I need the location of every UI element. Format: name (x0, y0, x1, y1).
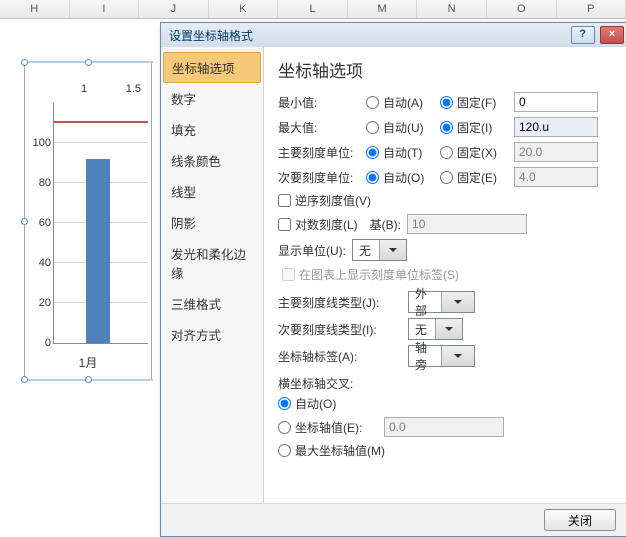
display-unit-label: 显示单位(U): (278, 242, 346, 259)
display-unit-value: 无 (353, 242, 379, 259)
cross-auto-radio[interactable]: 自动(O) (278, 395, 346, 412)
minor-tick-type-select[interactable]: 无 (408, 318, 463, 340)
col-header[interactable]: J (139, 0, 209, 18)
col-header[interactable]: O (487, 0, 557, 18)
panel-heading: 坐标轴选项 (278, 57, 614, 82)
tick-label-label: 坐标轴标签(A): (278, 348, 408, 365)
y-axis-tick: 40 (27, 257, 51, 269)
resize-handle[interactable] (21, 59, 28, 66)
category-sidebar: 坐标轴选项 数字 填充 线条颜色 线型 阴影 发光和柔化边缘 三维格式 对齐方式 (161, 47, 264, 504)
tick-label-select[interactable]: 轴旁 (408, 345, 475, 367)
dialog-footer: 关闭 (161, 503, 626, 536)
gridline (54, 142, 148, 143)
chevron-down-icon (379, 240, 406, 260)
y-axis-tick: 80 (27, 177, 51, 189)
sidebar-item-line-color[interactable]: 线条颜色 (161, 145, 263, 176)
secondary-axis-labels: 1 1.5 (81, 83, 141, 99)
resize-handle[interactable] (85, 59, 92, 66)
sidebar-item-3d-format[interactable]: 三维格式 (161, 288, 263, 319)
sidebar-item-alignment[interactable]: 对齐方式 (161, 319, 263, 350)
sidebar-item-number[interactable]: 数字 (161, 83, 263, 114)
max-auto-radio[interactable]: 自动(U) (366, 119, 434, 136)
col-header[interactable]: I (70, 0, 140, 18)
log-base-input (407, 214, 527, 234)
resize-handle[interactable] (21, 376, 28, 383)
log-base-label: 基(B): (370, 216, 401, 233)
dialog-title: 设置坐标轴格式 (169, 27, 253, 44)
sidebar-item-fill[interactable]: 填充 (161, 114, 263, 145)
bar-series-1[interactable] (86, 159, 110, 343)
col-header[interactable]: H (0, 0, 70, 18)
log-scale-checkbox[interactable]: 对数刻度(L) (278, 216, 358, 233)
format-axis-dialog: 设置坐标轴格式 ? × 坐标轴选项 数字 填充 线条颜色 线型 阴影 发光和柔化… (160, 22, 626, 537)
minor-unit-label: 次要刻度单位: (278, 169, 366, 186)
col-header[interactable]: L (278, 0, 348, 18)
major-tick-value: 外部 (409, 285, 441, 319)
y-axis-tick: 0 (27, 337, 51, 349)
major-tick-type-label: 主要刻度线类型(J): (278, 294, 408, 311)
max-value-input[interactable] (514, 117, 598, 137)
show-unit-label-checkbox: 在图表上显示刻度单位标签(S) (282, 266, 459, 283)
axis-tick-label: 1 (81, 83, 87, 99)
sidebar-item-shadow[interactable]: 阴影 (161, 207, 263, 238)
max-label: 最大值: (278, 119, 366, 136)
help-button[interactable]: ? (571, 26, 595, 44)
embedded-chart[interactable]: 1 1.5 0 20 40 60 80 100 1月 (24, 62, 152, 380)
close-dialog-button[interactable]: 关闭 (544, 509, 616, 531)
reverse-values-checkbox[interactable]: 逆序刻度值(V) (278, 192, 371, 209)
dialog-titlebar[interactable]: 设置坐标轴格式 ? × (161, 23, 626, 48)
target-line[interactable] (54, 121, 148, 123)
max-fixed-radio[interactable]: 固定(I) (440, 119, 508, 136)
major-unit-auto-radio[interactable]: 自动(T) (366, 144, 434, 161)
display-unit-select[interactable]: 无 (352, 239, 407, 261)
min-label: 最小值: (278, 94, 366, 111)
minor-unit-fixed-radio[interactable]: 固定(E) (440, 169, 508, 186)
minor-tick-type-label: 次要刻度线类型(I): (278, 321, 408, 338)
axis-tick-label: 1.5 (126, 83, 141, 99)
min-value-input[interactable] (514, 92, 598, 112)
col-header[interactable]: K (209, 0, 279, 18)
minor-unit-auto-radio[interactable]: 自动(O) (366, 169, 434, 186)
major-unit-fixed-radio[interactable]: 固定(X) (440, 144, 508, 161)
cross-max-radio[interactable]: 最大坐标轴值(M) (278, 442, 385, 459)
y-axis-tick: 60 (27, 217, 51, 229)
minor-tick-value: 无 (409, 321, 435, 338)
close-button[interactable]: × (600, 26, 624, 44)
tick-label-value: 轴旁 (409, 339, 441, 373)
col-header[interactable]: M (348, 0, 418, 18)
major-unit-input (514, 142, 598, 162)
min-fixed-radio[interactable]: 固定(F) (440, 94, 508, 111)
y-axis-tick: 20 (27, 297, 51, 309)
column-header-row: H I J K L M N O P (0, 0, 626, 19)
resize-handle[interactable] (85, 376, 92, 383)
chevron-down-icon (435, 319, 462, 339)
major-tick-type-select[interactable]: 外部 (408, 291, 475, 313)
sidebar-item-axis-options[interactable]: 坐标轴选项 (163, 52, 261, 83)
axis-options-panel: 坐标轴选项 最小值: 自动(A) 固定(F) 最大值: 自动(U) 固定(I) … (264, 47, 626, 504)
minor-unit-input (514, 167, 598, 187)
major-unit-label: 主要刻度单位: (278, 144, 366, 161)
chevron-down-icon (441, 346, 474, 366)
y-axis-tick: 100 (27, 137, 51, 149)
cross-section-label: 横坐标轴交叉: (278, 375, 614, 392)
sidebar-item-line-style[interactable]: 线型 (161, 176, 263, 207)
chevron-down-icon (441, 292, 474, 312)
x-axis-tick: 1月 (25, 354, 151, 371)
cross-value-radio[interactable]: 坐标轴值(E): (278, 419, 378, 436)
sidebar-item-glow[interactable]: 发光和柔化边缘 (161, 238, 263, 288)
plot-area[interactable] (53, 103, 148, 344)
min-auto-radio[interactable]: 自动(A) (366, 94, 434, 111)
col-header[interactable]: P (557, 0, 626, 18)
col-header[interactable]: N (417, 0, 487, 18)
cross-value-input (384, 417, 504, 437)
